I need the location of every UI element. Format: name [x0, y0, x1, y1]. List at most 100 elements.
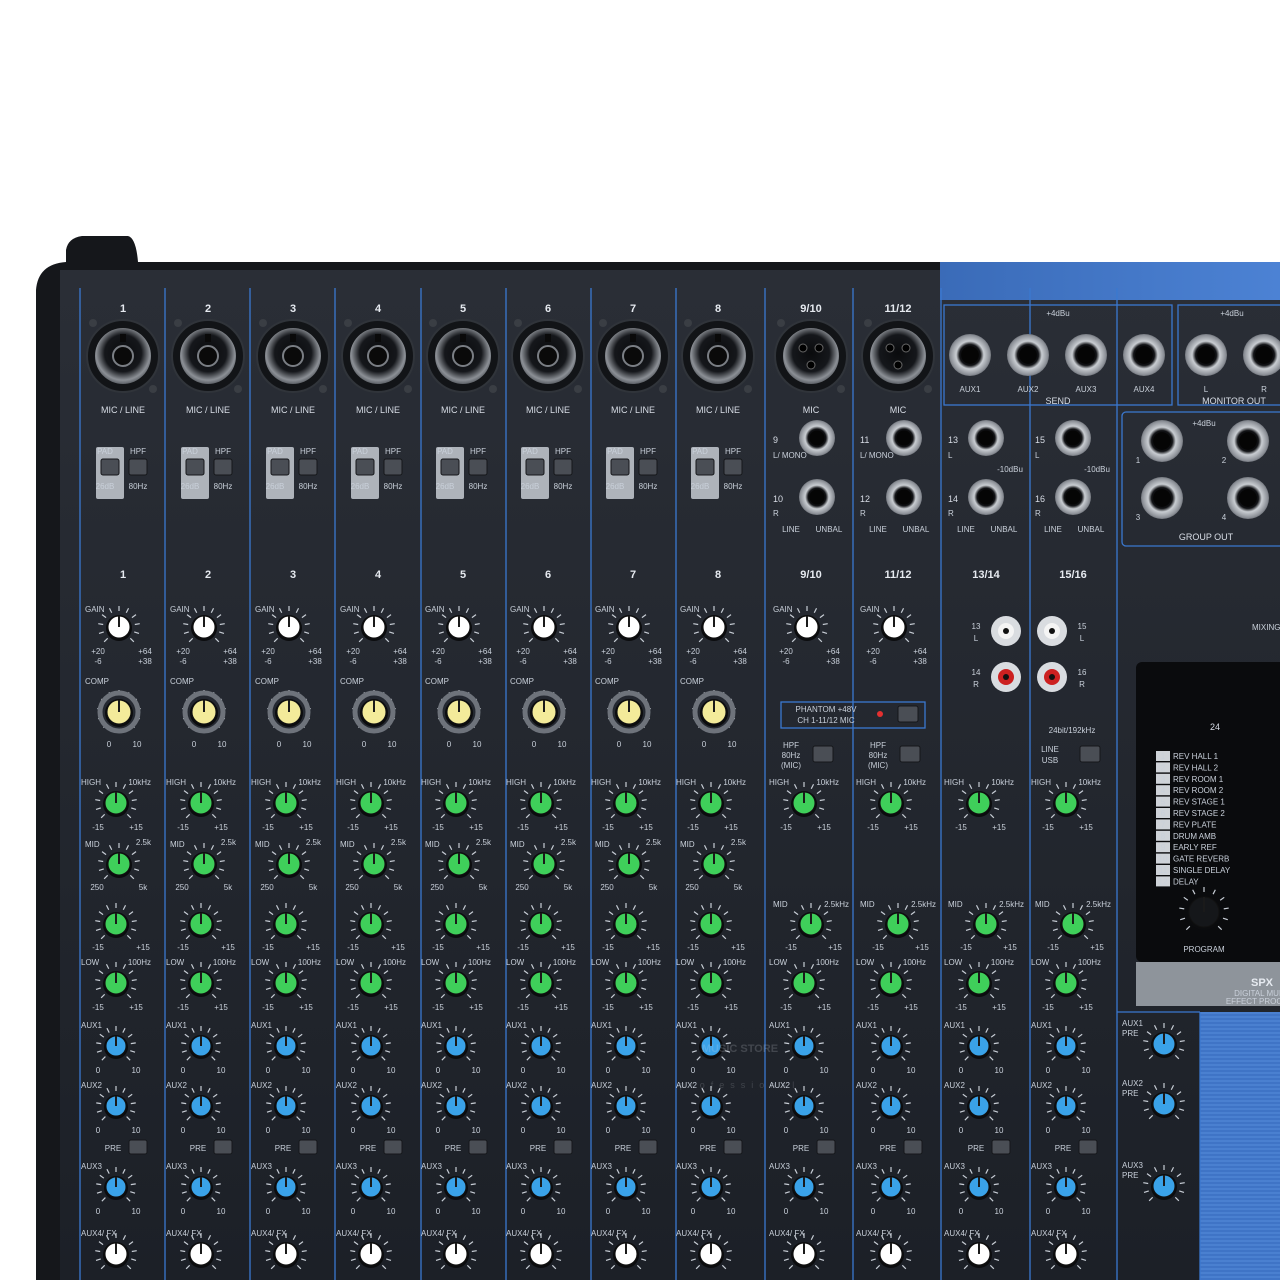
pre-button[interactable] [383, 1139, 403, 1155]
button-cap [298, 1139, 318, 1155]
xlr-jack[interactable] [861, 319, 935, 393]
hpf-button[interactable] [638, 458, 658, 476]
xlr-combo-jack[interactable] [341, 319, 415, 393]
monitor-jack-L[interactable] [1185, 334, 1227, 376]
hpf-button[interactable] [383, 458, 403, 476]
xlr-combo-jack[interactable] [596, 319, 670, 393]
eq-low-freq: 100Hz [383, 958, 406, 967]
xlr-jack[interactable] [774, 319, 848, 393]
pre-button[interactable] [903, 1139, 923, 1155]
button-cap [213, 1139, 233, 1155]
aux2-max: 10 [995, 1126, 1004, 1135]
hpf-value: 80Hz [639, 482, 658, 491]
button-cap [903, 1139, 923, 1155]
mid-label: MID [860, 900, 875, 909]
knob-tick [353, 860, 359, 863]
line-jack-r[interactable] [886, 479, 922, 515]
hpf-button[interactable] [213, 458, 233, 476]
pad-label: PAD [352, 447, 368, 456]
xlr-combo-jack[interactable] [681, 319, 755, 393]
pre-button[interactable] [638, 1139, 658, 1155]
pre-button[interactable] [1078, 1139, 1098, 1155]
eq-high-label: HIGH [506, 778, 526, 787]
xlr-combo-jack[interactable] [256, 319, 330, 393]
knob-tick [1081, 799, 1087, 802]
rca-number: 14 [972, 668, 981, 677]
line-jack-r[interactable] [968, 479, 1004, 515]
send-jack-2[interactable] [1007, 334, 1049, 376]
send-jack-4[interactable] [1123, 334, 1165, 376]
hpf-mic-button[interactable] [899, 745, 921, 763]
knob-tick [438, 860, 444, 863]
group-jack-3[interactable] [1141, 477, 1183, 519]
hpf-button[interactable] [553, 458, 573, 476]
pre-button[interactable] [991, 1139, 1011, 1155]
rca-number: 15 [1078, 622, 1087, 631]
comp-max: 10 [303, 740, 312, 749]
pre-button[interactable] [128, 1139, 148, 1155]
screw [404, 385, 412, 393]
pre-button[interactable] [468, 1139, 488, 1155]
knob-tick [958, 1250, 964, 1253]
eq-high-max: +15 [214, 823, 228, 832]
knob-tick [95, 920, 101, 923]
line-jack-l[interactable] [1055, 420, 1091, 456]
send-jack-1[interactable] [949, 334, 991, 376]
hpf-button[interactable] [298, 458, 318, 476]
xlr-combo-jack[interactable] [426, 319, 500, 393]
aux4fx-label: AUX4/ FX [591, 1229, 627, 1238]
aux1-label: AUX1 [166, 1021, 187, 1030]
hpf-button[interactable] [723, 458, 743, 476]
hpf-button[interactable] [468, 458, 488, 476]
eq-low-min: -15 [347, 1003, 359, 1012]
hpf-button[interactable] [128, 458, 148, 476]
eq-low-max: +15 [904, 1003, 918, 1012]
xlr-combo-jack[interactable] [171, 319, 245, 393]
fx-name: REV ROOM 1 [1173, 775, 1224, 784]
unbal-label: UNBAL [816, 525, 843, 534]
button-cap [128, 1139, 148, 1155]
xlr-combo-jack[interactable] [511, 319, 585, 393]
channel-number-lower: 1 [120, 569, 126, 581]
eq-low-freq: 100Hz [903, 958, 926, 967]
line-jack-r[interactable] [799, 479, 835, 515]
pre-button[interactable] [723, 1139, 743, 1155]
watermark-title: MUSIC STORE [702, 1043, 778, 1055]
pre-button[interactable] [213, 1139, 233, 1155]
hpf-mic-button[interactable] [812, 745, 834, 763]
jack-number: 10 [773, 494, 783, 504]
xlr-combo-jack[interactable] [86, 319, 160, 393]
knob-tick [726, 799, 732, 802]
eq-max: +15 [1090, 943, 1104, 952]
send-jack-3[interactable] [1065, 334, 1107, 376]
phantom-switch[interactable] [897, 705, 919, 723]
knob-tick [871, 1183, 877, 1186]
program-label: PROGRAM [1183, 945, 1225, 954]
knob-tick [870, 979, 876, 982]
group-jack-1[interactable] [1141, 420, 1183, 462]
trs-hole [1239, 432, 1257, 450]
pre-button[interactable] [553, 1139, 573, 1155]
line-jack-r[interactable] [1055, 479, 1091, 515]
aux3-max: 10 [472, 1207, 481, 1216]
channel-number: 6 [545, 303, 551, 315]
knob-tick [1045, 979, 1051, 982]
channel-number-lower: 8 [715, 569, 721, 581]
comp-max: 10 [728, 740, 737, 749]
hpf-label: HPF [725, 447, 741, 456]
knob-tick [385, 1183, 391, 1186]
knob-tick [438, 623, 444, 626]
pre-button[interactable] [298, 1139, 318, 1155]
knob-tick [729, 860, 735, 863]
fx-name: EARLY REF [1173, 843, 1217, 852]
pre-button[interactable] [816, 1139, 836, 1155]
group-jack-2[interactable] [1227, 420, 1269, 462]
knob-tick [1080, 1102, 1086, 1105]
line-jack-l[interactable] [968, 420, 1004, 456]
line-usb-button[interactable] [1079, 745, 1101, 763]
eq-high-freq: 10kHz [1078, 778, 1101, 787]
group-jack-4[interactable] [1227, 477, 1269, 519]
channel-number-lower: 4 [375, 569, 382, 581]
hpf-mic-label: (MIC) [868, 761, 888, 770]
aux3-min: 0 [521, 1207, 526, 1216]
